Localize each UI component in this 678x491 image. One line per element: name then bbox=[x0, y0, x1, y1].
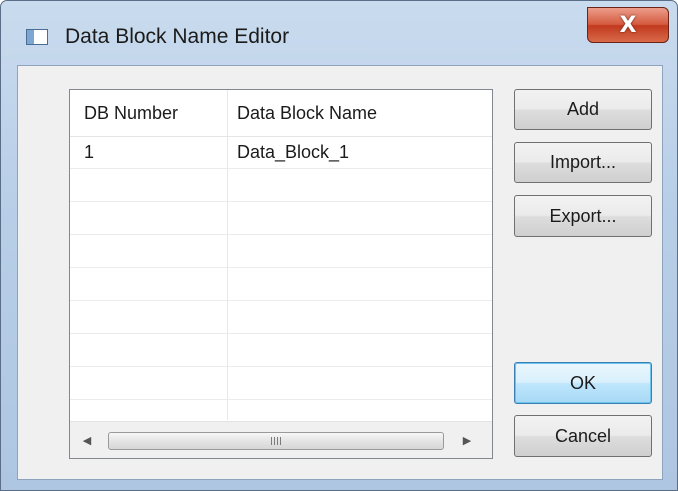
table-row[interactable] bbox=[70, 169, 492, 202]
table-row[interactable] bbox=[70, 334, 492, 367]
window-title: Data Block Name Editor bbox=[65, 25, 290, 48]
close-icon: X bbox=[619, 12, 637, 38]
export-button[interactable]: Export... bbox=[514, 195, 652, 237]
cell-data-block-name[interactable]: Data_Block_1 bbox=[237, 136, 349, 168]
scrollbar-thumb[interactable] bbox=[108, 432, 444, 450]
horizontal-scrollbar[interactable]: ◀ ▶ bbox=[70, 421, 492, 458]
data-block-table[interactable]: DB Number Data Block Name 1 Data_Block_1 … bbox=[69, 89, 493, 459]
table-row[interactable] bbox=[70, 235, 492, 268]
dialog-body: DB Number Data Block Name 1 Data_Block_1 … bbox=[17, 65, 663, 480]
add-button[interactable]: Add bbox=[514, 89, 652, 130]
ok-button[interactable]: OK bbox=[514, 362, 652, 404]
title-bar[interactable]: Data Block Name Editor X bbox=[1, 1, 677, 65]
table-header: DB Number Data Block Name bbox=[70, 90, 492, 137]
import-button[interactable]: Import... bbox=[514, 142, 652, 183]
column-header-data-block-name[interactable]: Data Block Name bbox=[237, 90, 377, 136]
cancel-button[interactable]: Cancel bbox=[514, 415, 652, 457]
scroll-left-icon[interactable]: ◀ bbox=[70, 422, 104, 458]
grip-icon bbox=[271, 437, 281, 445]
table-row[interactable] bbox=[70, 367, 492, 400]
table-row[interactable] bbox=[70, 301, 492, 334]
cell-db-number[interactable]: 1 bbox=[84, 136, 94, 168]
table-row[interactable]: 1 Data_Block_1 bbox=[70, 136, 492, 169]
table-row[interactable] bbox=[70, 202, 492, 235]
column-header-db-number[interactable]: DB Number bbox=[84, 90, 178, 136]
close-button[interactable]: X bbox=[587, 7, 669, 43]
scroll-right-icon[interactable]: ▶ bbox=[450, 422, 484, 458]
window-icon bbox=[26, 29, 48, 45]
dialog-window: Data Block Name Editor X DB Number Data … bbox=[0, 0, 678, 491]
table-row[interactable] bbox=[70, 268, 492, 301]
